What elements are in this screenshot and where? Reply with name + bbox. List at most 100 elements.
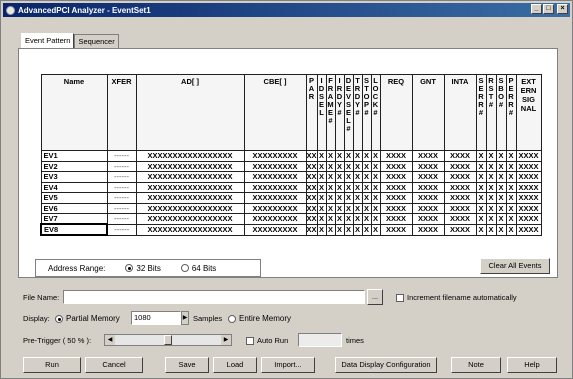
cell-irdy[interactable]: X xyxy=(334,223,345,236)
cell-lock[interactable]: X xyxy=(370,181,381,193)
cell-devsel[interactable]: X xyxy=(343,192,354,204)
cell-rst[interactable]: X xyxy=(485,160,497,172)
cell-inta[interactable]: XXXX xyxy=(443,171,477,183)
cell-inta[interactable]: XXXX xyxy=(443,192,477,204)
clear-all-events-button[interactable]: Clear All Events xyxy=(480,258,550,274)
cell-ad[interactable]: XXXXXXXXXXXXXXXXX xyxy=(135,223,245,236)
cell-ext[interactable]: XXXX xyxy=(515,150,542,162)
cell-par[interactable]: XX xyxy=(305,150,318,162)
cell-irdy[interactable]: X xyxy=(334,171,345,183)
cell-par[interactable]: XX xyxy=(305,192,318,204)
cell-perr[interactable]: X xyxy=(505,171,517,183)
cell-lock[interactable]: X xyxy=(370,213,381,225)
cell-rst[interactable]: X xyxy=(485,213,497,225)
cell-gnt[interactable]: XXXX xyxy=(411,192,445,204)
cell-xfer[interactable]: ------ xyxy=(106,171,137,183)
cell-serr[interactable]: X xyxy=(475,202,487,214)
note-button[interactable]: Note xyxy=(451,357,501,373)
cell-inta[interactable]: XXXX xyxy=(443,150,477,162)
save-button[interactable]: Save xyxy=(165,357,209,373)
cell-req[interactable]: XXXX xyxy=(379,150,413,162)
table-row[interactable]: EV3 ------ XXXXXXXXXXXXXXXXX XXXXXXXXX XX X X X… xyxy=(40,171,542,183)
cell-ad[interactable]: XXXXXXXXXXXXXXXXX xyxy=(135,171,245,183)
cell-name[interactable]: EV6 xyxy=(40,202,108,214)
cell-sbo[interactable]: X xyxy=(495,213,507,225)
cell-ext[interactable]: XXXX xyxy=(515,223,542,236)
cell-trdy[interactable]: X xyxy=(352,213,363,225)
radio-entire-memory[interactable]: Entire Memory xyxy=(228,314,291,323)
cell-idsel[interactable]: X xyxy=(316,223,327,236)
cell-ad[interactable]: XXXXXXXXXXXXXXXXX xyxy=(135,150,245,162)
cell-frame[interactable]: X xyxy=(325,213,336,225)
cell-gnt[interactable]: XXXX xyxy=(411,202,445,214)
samples-input[interactable]: 1080 xyxy=(131,311,181,325)
tab-event-pattern[interactable]: Event Pattern xyxy=(21,33,75,48)
cell-par[interactable]: XX xyxy=(305,213,318,225)
cell-inta[interactable]: XXXX xyxy=(443,223,477,236)
cell-devsel[interactable]: X xyxy=(343,150,354,162)
cell-lock[interactable]: X xyxy=(370,192,381,204)
cell-devsel[interactable]: X xyxy=(343,181,354,193)
slider-thumb[interactable] xyxy=(164,335,172,345)
cell-name[interactable]: EV5 xyxy=(40,192,108,204)
cell-gnt[interactable]: XXXX xyxy=(411,171,445,183)
cell-serr[interactable]: X xyxy=(475,213,487,225)
table-row[interactable]: EV8 ------ XXXXXXXXXXXXXXXXX XXXXXXXXX XX X X X… xyxy=(40,223,542,236)
cell-cbe[interactable]: XXXXXXXXX xyxy=(243,171,307,183)
help-button[interactable]: Help xyxy=(507,357,557,373)
cell-idsel[interactable]: X xyxy=(316,192,327,204)
cell-idsel[interactable]: X xyxy=(316,213,327,225)
cell-trdy[interactable]: X xyxy=(352,202,363,214)
data-display-configuration-button[interactable]: Data Display Configuration xyxy=(335,357,437,373)
cell-gnt[interactable]: XXXX xyxy=(411,181,445,193)
cell-sbo[interactable]: X xyxy=(495,223,507,236)
table-row[interactable]: EV1 ------ XXXXXXXXXXXXXXXXX XXXXXXXXX XX X X X… xyxy=(40,150,542,162)
cell-trdy[interactable]: X xyxy=(352,171,363,183)
cell-irdy[interactable]: X xyxy=(334,213,345,225)
cell-frame[interactable]: X xyxy=(325,192,336,204)
cell-irdy[interactable]: X xyxy=(334,160,345,172)
maximize-icon[interactable]: □ xyxy=(543,4,554,14)
cell-inta[interactable]: XXXX xyxy=(443,181,477,193)
cell-inta[interactable]: XXXX xyxy=(443,160,477,172)
cell-sbo[interactable]: X xyxy=(495,181,507,193)
cell-irdy[interactable]: X xyxy=(334,202,345,214)
cell-sbo[interactable]: X xyxy=(495,150,507,162)
cell-frame[interactable]: X xyxy=(325,150,336,162)
cell-par[interactable]: XX xyxy=(305,160,318,172)
title-bar[interactable]: AdvancedPCI Analyzer - EventSet1 _ □ × xyxy=(3,3,570,17)
cell-ext[interactable]: XXXX xyxy=(515,213,542,225)
cell-name[interactable]: EV7 xyxy=(40,213,108,225)
cell-serr[interactable]: X xyxy=(475,171,487,183)
cell-perr[interactable]: X xyxy=(505,223,517,236)
cell-serr[interactable]: X xyxy=(475,192,487,204)
cell-trdy[interactable]: X xyxy=(352,160,363,172)
cell-devsel[interactable]: X xyxy=(343,223,354,236)
cell-req[interactable]: XXXX xyxy=(379,202,413,214)
cell-xfer[interactable]: ------ xyxy=(106,213,137,225)
cell-stop[interactable]: X xyxy=(361,150,372,162)
cell-trdy[interactable]: X xyxy=(352,181,363,193)
load-button[interactable]: Load xyxy=(213,357,257,373)
cell-ext[interactable]: XXXX xyxy=(515,202,542,214)
cell-stop[interactable]: X xyxy=(361,171,372,183)
samples-spin-icon[interactable]: ▶ xyxy=(181,311,189,325)
cell-stop[interactable]: X xyxy=(361,181,372,193)
cell-name[interactable]: EV1 xyxy=(40,150,108,162)
cell-frame[interactable]: X xyxy=(325,181,336,193)
cell-serr[interactable]: X xyxy=(475,150,487,162)
cell-par[interactable]: XX xyxy=(305,181,318,193)
cell-req[interactable]: XXXX xyxy=(379,223,413,236)
cell-frame[interactable]: X xyxy=(325,223,336,236)
cell-rst[interactable]: X xyxy=(485,150,497,162)
cell-gnt[interactable]: XXXX xyxy=(411,213,445,225)
import-button[interactable]: Import... xyxy=(261,357,315,373)
cell-devsel[interactable]: X xyxy=(343,213,354,225)
cell-cbe[interactable]: XXXXXXXXX xyxy=(243,192,307,204)
minimize-icon[interactable]: _ xyxy=(531,4,542,14)
cell-idsel[interactable]: X xyxy=(316,181,327,193)
cell-rst[interactable]: X xyxy=(485,171,497,183)
cell-trdy[interactable]: X xyxy=(352,223,363,236)
cell-perr[interactable]: X xyxy=(505,181,517,193)
cell-xfer[interactable]: ------ xyxy=(106,192,137,204)
